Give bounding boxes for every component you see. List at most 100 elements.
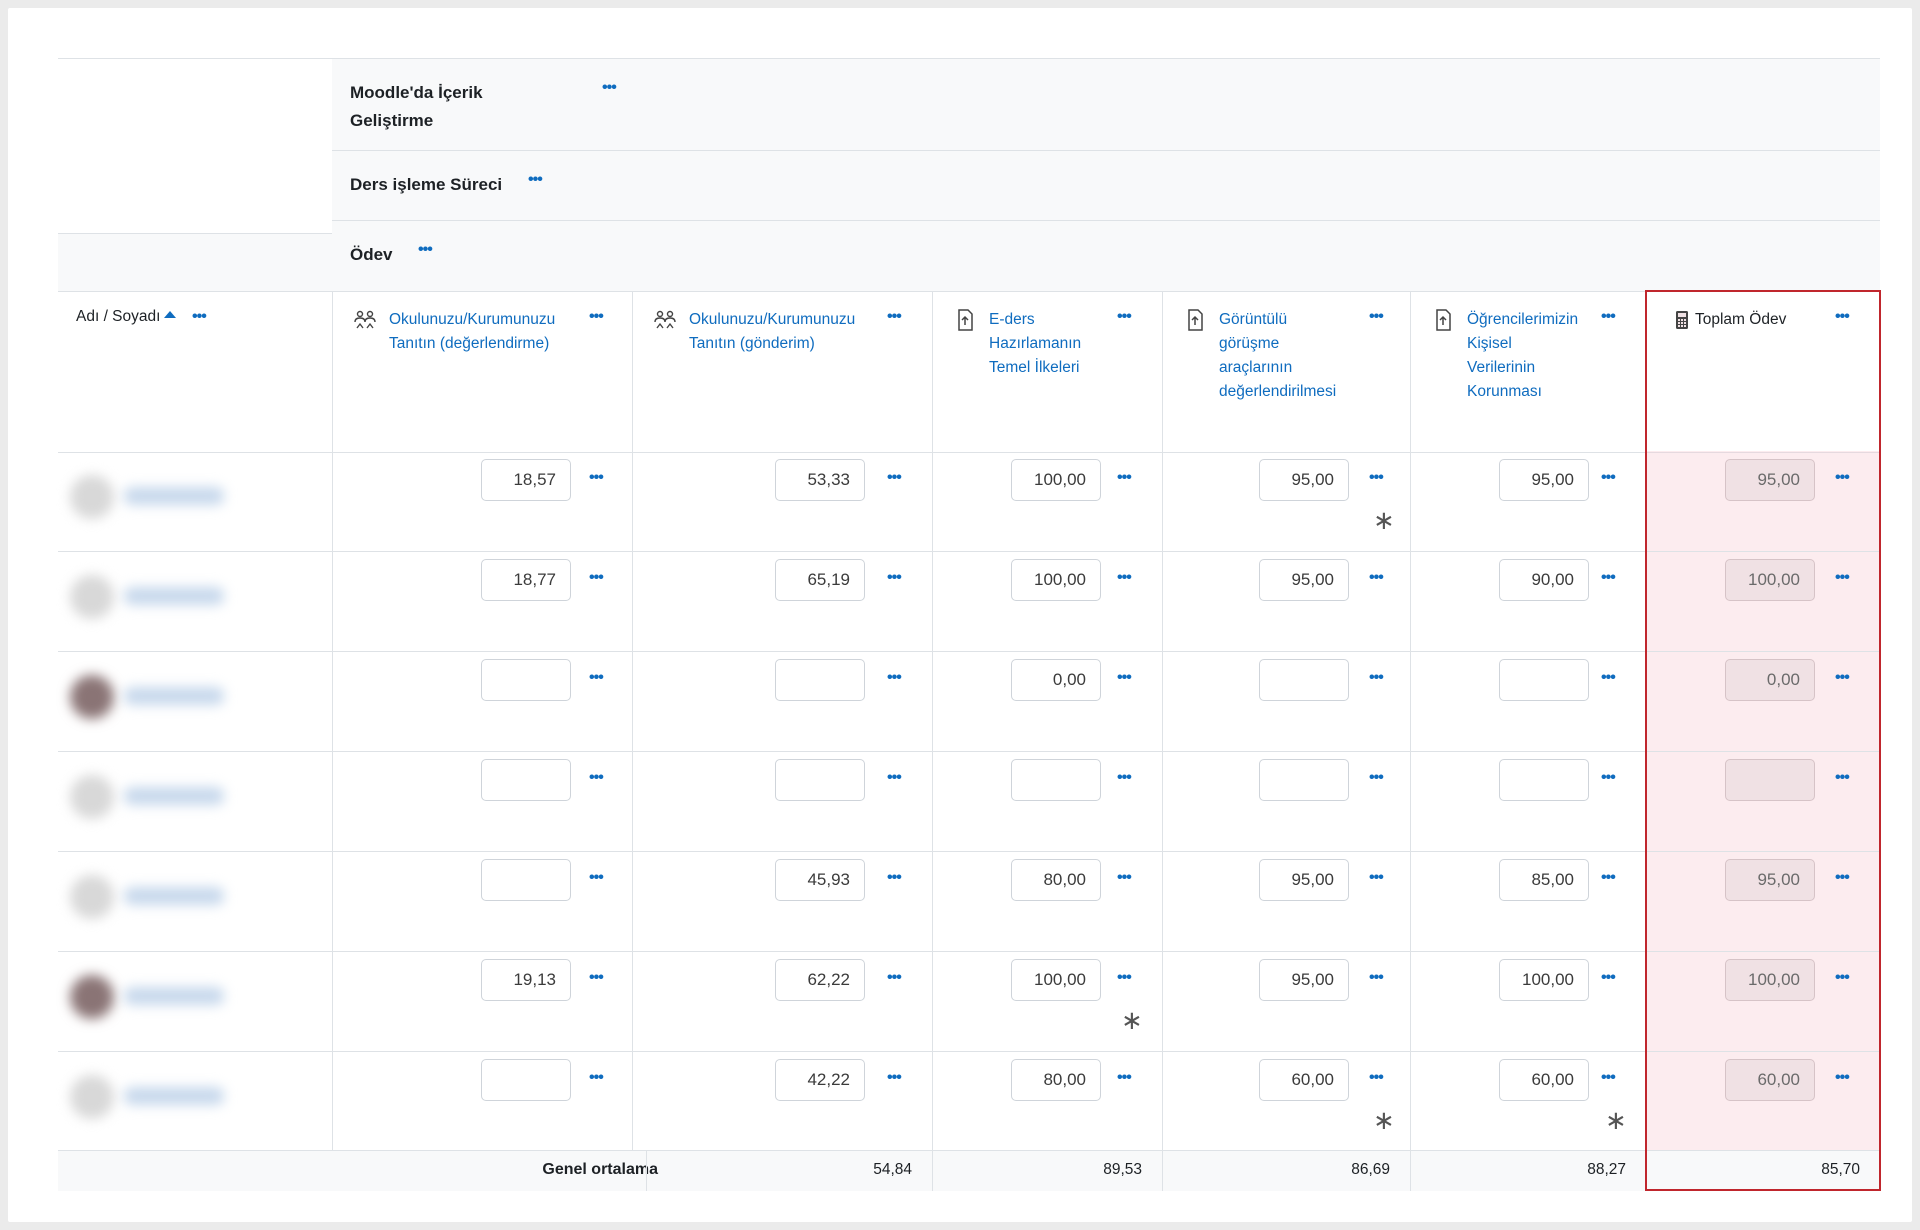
column-title-5[interactable]: Öğrencilerimizin Kişisel Verilerinin Korunm…: [1467, 308, 1607, 404]
column-title-5-line3[interactable]: Verilerinin: [1467, 356, 1607, 380]
grade-input[interactable]: 62,22: [775, 959, 865, 1001]
student-name-link[interactable]: [124, 887, 224, 905]
avatar[interactable]: [70, 675, 114, 719]
column-3-actions-menu[interactable]: •••: [1117, 308, 1132, 326]
grade-cell-actions-menu[interactable]: •••: [1117, 769, 1132, 787]
grade-cell-actions-menu[interactable]: •••: [887, 869, 902, 887]
grade-input[interactable]: 95,00: [1259, 559, 1349, 601]
column-title-2-line2[interactable]: Tanıtın (gönderim): [689, 332, 879, 356]
grade-input[interactable]: [481, 1059, 571, 1101]
grade-cell-actions-menu[interactable]: •••: [589, 669, 604, 687]
column-title-2-line1[interactable]: Okulunuzu/Kurumunuzu: [689, 308, 879, 332]
grade-cell-actions-menu[interactable]: •••: [1117, 969, 1132, 987]
column-title-1-line2[interactable]: Tanıtın (değerlendirme): [389, 332, 579, 356]
grade-input[interactable]: [775, 659, 865, 701]
grade-input[interactable]: 65,19: [775, 559, 865, 601]
grade-cell-actions-menu[interactable]: •••: [1369, 469, 1384, 487]
student-name-cell[interactable]: [58, 651, 312, 751]
student-name-link[interactable]: [124, 987, 224, 1005]
grade-cell-actions-menu[interactable]: •••: [1835, 1069, 1850, 1087]
student-name-link[interactable]: [124, 487, 224, 505]
avatar[interactable]: [70, 775, 114, 819]
grade-input[interactable]: [1499, 659, 1589, 701]
grade-cell-actions-menu[interactable]: •••: [1601, 569, 1616, 587]
grade-input[interactable]: [481, 659, 571, 701]
student-name-link[interactable]: [124, 687, 224, 705]
grade-cell-actions-menu[interactable]: •••: [1601, 1069, 1616, 1087]
grade-input[interactable]: 100,00: [1499, 959, 1589, 1001]
grade-input[interactable]: 80,00: [1011, 1059, 1101, 1101]
grade-cell-actions-menu[interactable]: •••: [887, 569, 902, 587]
column-title-5-line4[interactable]: Korunması: [1467, 380, 1607, 404]
grade-input[interactable]: [1011, 759, 1101, 801]
category-actions-menu[interactable]: •••: [602, 79, 617, 97]
column-4-actions-menu[interactable]: •••: [1369, 308, 1384, 326]
grade-cell-actions-menu[interactable]: •••: [1117, 869, 1132, 887]
grade-input[interactable]: 60,00: [1259, 1059, 1349, 1101]
grade-input[interactable]: 45,93: [775, 859, 865, 901]
name-header-text[interactable]: Adı / Soyadı: [76, 308, 160, 325]
subcategory-actions-menu[interactable]: •••: [528, 171, 543, 189]
grade-cell-actions-menu[interactable]: •••: [1369, 769, 1384, 787]
grade-cell-actions-menu[interactable]: •••: [1117, 1069, 1132, 1087]
grade-cell-actions-menu[interactable]: •••: [1369, 969, 1384, 987]
grade-cell-actions-menu[interactable]: •••: [589, 969, 604, 987]
grade-input[interactable]: 60,00: [1499, 1059, 1589, 1101]
grade-input[interactable]: 95,00: [1259, 459, 1349, 501]
grade-cell-actions-menu[interactable]: •••: [887, 669, 902, 687]
column-title-1-line1[interactable]: Okulunuzu/Kurumunuzu: [389, 308, 579, 332]
student-name-cell[interactable]: [58, 1051, 312, 1151]
column-title-4-line2[interactable]: görüşme: [1219, 332, 1359, 356]
grade-input[interactable]: [1259, 659, 1349, 701]
grade-input[interactable]: [481, 759, 571, 801]
avatar[interactable]: [70, 875, 114, 919]
grade-cell-actions-menu[interactable]: •••: [589, 469, 604, 487]
grade-cell-actions-menu[interactable]: •••: [1835, 969, 1850, 987]
grade-input[interactable]: [1499, 759, 1589, 801]
column-title-3-line1[interactable]: E-ders: [989, 308, 1109, 332]
student-name-cell[interactable]: [58, 751, 312, 851]
grade-cell-actions-menu[interactable]: •••: [1117, 669, 1132, 687]
grade-input[interactable]: 18,77: [481, 559, 571, 601]
grade-input[interactable]: 100,00: [1011, 559, 1101, 601]
column-5-actions-menu[interactable]: •••: [1601, 308, 1616, 326]
column-title-3[interactable]: E-ders Hazırlamanın Temel İlkeleri: [989, 308, 1109, 380]
grade-cell-actions-menu[interactable]: •••: [887, 469, 902, 487]
grade-input[interactable]: 42,22: [775, 1059, 865, 1101]
total-column-actions-menu[interactable]: •••: [1835, 308, 1850, 326]
grade-input[interactable]: [1259, 759, 1349, 801]
grade-input[interactable]: 0,00: [1011, 659, 1101, 701]
avatar[interactable]: [70, 1075, 114, 1119]
grade-cell-actions-menu[interactable]: •••: [589, 869, 604, 887]
grade-cell-actions-menu[interactable]: •••: [1601, 769, 1616, 787]
grade-cell-actions-menu[interactable]: •••: [1117, 569, 1132, 587]
grade-input[interactable]: 19,13: [481, 959, 571, 1001]
student-name-cell[interactable]: [58, 851, 312, 951]
grade-input[interactable]: 95,00: [1259, 859, 1349, 901]
activity-group-actions-menu[interactable]: •••: [418, 241, 433, 259]
student-name-link[interactable]: [124, 1087, 224, 1105]
grade-cell-actions-menu[interactable]: •••: [1369, 569, 1384, 587]
name-column-actions-menu[interactable]: •••: [192, 308, 207, 326]
grade-input[interactable]: 95,00: [1259, 959, 1349, 1001]
column-title-2[interactable]: Okulunuzu/Kurumunuzu Tanıtın (gönderim): [689, 308, 879, 356]
grade-cell-actions-menu[interactable]: •••: [1369, 869, 1384, 887]
student-name-link[interactable]: [124, 787, 224, 805]
student-name-link[interactable]: [124, 587, 224, 605]
column-title-1[interactable]: Okulunuzu/Kurumunuzu Tanıtın (değerlendir…: [389, 308, 579, 356]
grade-input[interactable]: 100,00: [1011, 959, 1101, 1001]
sort-ascending-icon[interactable]: [164, 311, 177, 318]
grade-input[interactable]: 90,00: [1499, 559, 1589, 601]
avatar[interactable]: [70, 475, 114, 519]
avatar[interactable]: [70, 575, 114, 619]
grade-input[interactable]: 80,00: [1011, 859, 1101, 901]
grade-cell-actions-menu[interactable]: •••: [589, 569, 604, 587]
grade-cell-actions-menu[interactable]: •••: [1835, 469, 1850, 487]
grade-cell-actions-menu[interactable]: •••: [1835, 769, 1850, 787]
grade-cell-actions-menu[interactable]: •••: [887, 769, 902, 787]
grade-input[interactable]: 53,33: [775, 459, 865, 501]
column-2-actions-menu[interactable]: •••: [887, 308, 902, 326]
student-name-cell[interactable]: [58, 551, 312, 651]
grade-cell-actions-menu[interactable]: •••: [1369, 1069, 1384, 1087]
grade-cell-actions-menu[interactable]: •••: [1835, 869, 1850, 887]
